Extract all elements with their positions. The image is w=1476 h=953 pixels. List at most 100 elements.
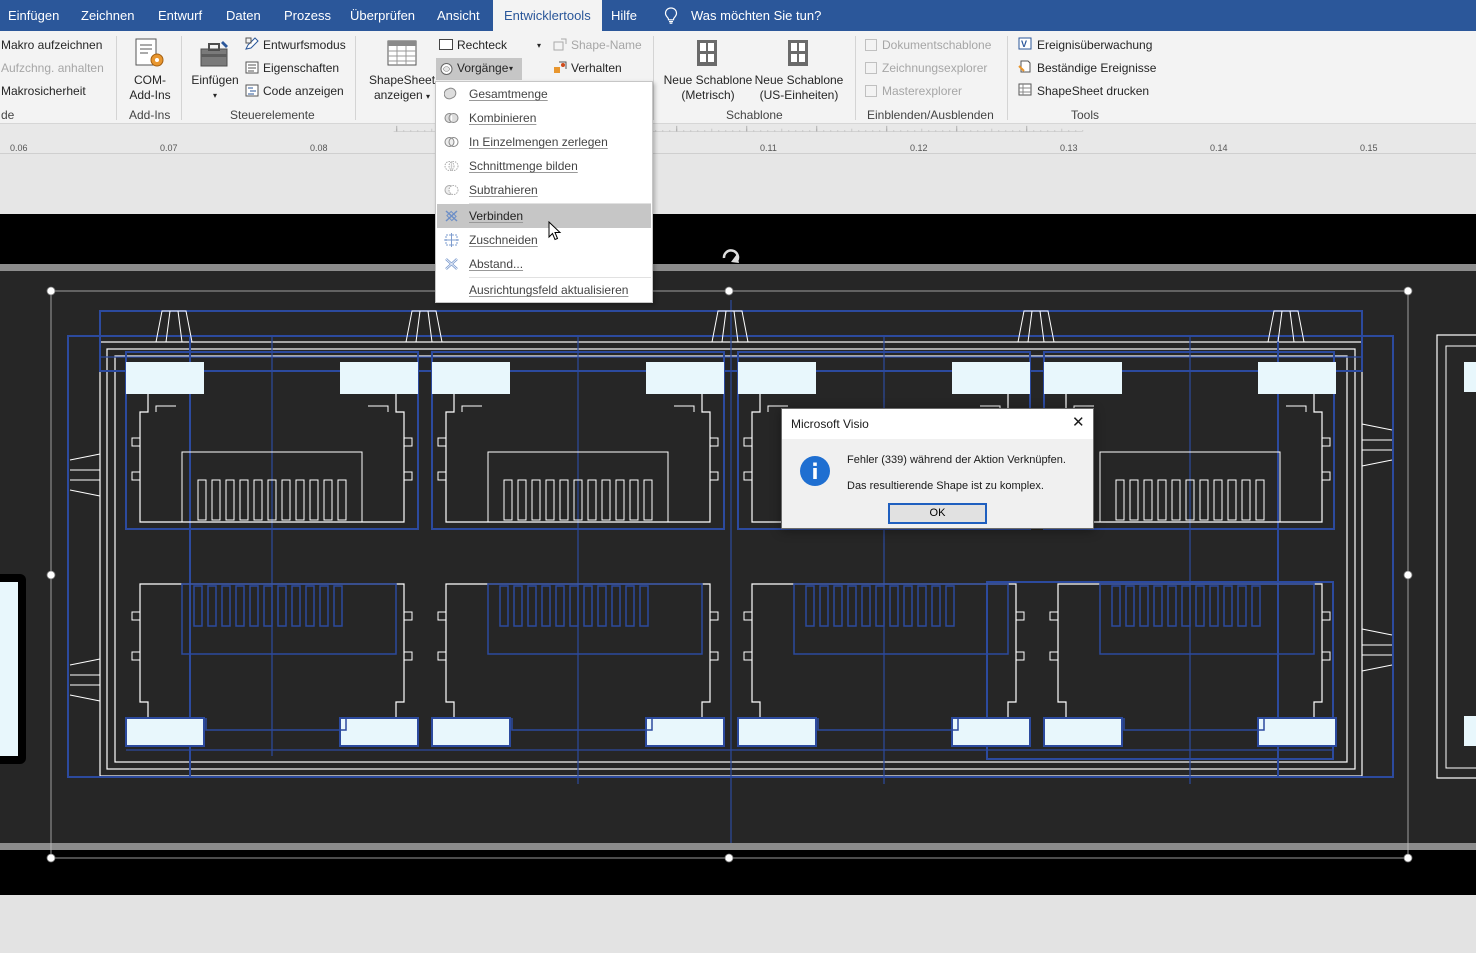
rotation-handle-icon[interactable] — [722, 249, 740, 263]
tab-daten[interactable]: Daten — [226, 0, 261, 31]
print-shapesheet-button[interactable]: ShapeSheet drucken — [1037, 84, 1149, 99]
design-mode-icon — [245, 37, 259, 50]
handle-s[interactable] — [724, 853, 734, 863]
com-addins-label-2: Add-Ins — [129, 88, 171, 102]
group-separator — [653, 36, 654, 120]
insert-control-button[interactable]: Einfügen ▾ — [190, 73, 240, 103]
group-label-addins: Add-Ins — [129, 108, 171, 122]
tab-prozess[interactable]: Prozess — [284, 0, 331, 31]
document-stencil-checkbox[interactable] — [865, 39, 877, 51]
ruler-label: 0.13 — [1060, 143, 1078, 153]
ok-button[interactable]: OK — [888, 503, 987, 524]
com-addins-icon — [135, 38, 164, 67]
port-led — [645, 717, 725, 747]
menu-item-update-alignment-box[interactable]: Ausrichtungsfeld aktualisieren — [437, 278, 651, 302]
menu-item-join[interactable]: Verbinden — [437, 204, 651, 228]
handle-se[interactable] — [1403, 853, 1413, 863]
pause-recording-button[interactable]: Aufzchng. anhalten — [1, 61, 104, 76]
combine-icon — [444, 113, 459, 123]
properties-button[interactable]: Eigenschaften — [263, 61, 339, 76]
record-macro-button[interactable]: Makro aufzeichnen — [1, 38, 102, 53]
tab-ueberpruefen[interactable]: Überprüfen — [350, 0, 415, 31]
port-led — [339, 717, 419, 747]
new-stencil-us-button[interactable]: Neue Schablone (US-Einheiten) — [753, 73, 845, 103]
menu-item-label: In Einzelmengen zerlegen — [469, 135, 608, 149]
group-separator — [1007, 36, 1008, 120]
document-stencil-label: Dokumentschablone — [882, 38, 992, 52]
ruler-label: 0.15 — [1360, 143, 1378, 153]
ruler-label: 0.08 — [310, 143, 328, 153]
fragment-icon — [444, 137, 459, 147]
ruler-label: 0.06 — [10, 143, 28, 153]
port-led — [340, 362, 418, 394]
event-monitor-button[interactable]: Ereignisüberwachung — [1037, 38, 1152, 53]
port-led — [1258, 362, 1336, 394]
persistent-events-button[interactable]: Beständige Ereignisse — [1037, 61, 1156, 76]
print-shapesheet-icon — [1018, 83, 1032, 96]
group-separator — [855, 36, 856, 120]
behavior-button[interactable]: Verhalten — [571, 61, 622, 76]
view-code-icon — [245, 84, 259, 97]
port-led — [737, 717, 817, 747]
master-explorer-checkbox[interactable] — [865, 85, 877, 97]
union-icon — [444, 87, 457, 100]
com-addins-button[interactable]: COM- Add-Ins — [128, 73, 172, 103]
tab-ansicht[interactable]: Ansicht — [437, 0, 480, 31]
rectangle-button[interactable]: Rechteck — [457, 38, 507, 53]
drawing-canvas[interactable] — [0, 214, 1476, 895]
tab-entwicklertools[interactable]: Entwicklertools — [493, 0, 602, 32]
port-led — [432, 362, 510, 394]
menu-item-label: Zuschneiden — [469, 233, 538, 247]
shapesheet-view-button[interactable]: ShapeSheet anzeigen ▾ — [367, 73, 437, 104]
operations-button[interactable]: Vorgänge ▾ — [436, 58, 522, 80]
group-separator — [116, 36, 117, 120]
chevron-down-icon: ▾ — [509, 64, 514, 73]
menu-item-offset[interactable]: Abstand... — [437, 252, 651, 276]
handle-w[interactable] — [46, 570, 56, 580]
new-stencil-metric-button[interactable]: Neue Schablone (Metrisch) — [661, 73, 755, 103]
port-led — [951, 717, 1031, 747]
menu-item-combine[interactable]: Kombinieren — [437, 106, 651, 130]
handle-ne[interactable] — [1403, 286, 1413, 296]
handle-n[interactable] — [724, 286, 734, 296]
rectangle-icon — [439, 39, 453, 50]
menu-item-union[interactable]: Gesamtmenge — [437, 82, 651, 106]
drawing-explorer-checkbox[interactable] — [865, 62, 877, 74]
group-label-stencil: Schablone — [726, 108, 783, 122]
shape-name-button[interactable]: Shape-Name — [571, 38, 642, 53]
close-icon[interactable]: ✕ — [1072, 415, 1085, 431]
handle-sw[interactable] — [46, 853, 56, 863]
macro-security-button[interactable]: Makrosicherheit — [1, 84, 86, 99]
port-led — [431, 717, 511, 747]
menu-item-fragment[interactable]: In Einzelmengen zerlegen — [437, 130, 651, 154]
tab-entwurf[interactable]: Entwurf — [158, 0, 202, 31]
tell-me-search[interactable]: Was möchten Sie tun? — [691, 0, 821, 31]
drawing-svg — [0, 249, 1476, 863]
menu-item-trim[interactable]: Zuschneiden — [437, 228, 651, 252]
offset-icon — [445, 258, 458, 270]
tab-einfuegen[interactable]: Einfügen — [8, 0, 59, 31]
tab-hilfe[interactable]: Hilfe — [611, 0, 637, 31]
status-area — [0, 895, 1476, 953]
menu-item-label: Schnittmenge bilden — [469, 159, 578, 173]
chevron-down-icon[interactable]: ▾ — [537, 38, 541, 53]
ribbon: Makro aufzeichnen Aufzchng. anhalten Mak… — [0, 31, 1476, 124]
menu-item-label: Gesamtmenge — [469, 87, 548, 101]
group-separator — [181, 36, 182, 120]
port-led — [1257, 717, 1337, 747]
design-mode-button[interactable]: Entwurfsmodus — [263, 38, 346, 53]
operations-icon — [440, 63, 453, 75]
dialog-title: Microsoft Visio — [791, 417, 869, 431]
insert-control-label: Einfügen — [191, 73, 239, 87]
group-label-controls: Steuerelemente — [230, 108, 315, 122]
svg-text:V: V — [1021, 39, 1027, 49]
handle-nw[interactable] — [46, 286, 56, 296]
dialog-message-line-2: Das resultierende Shape ist zu komplex. — [847, 480, 1044, 492]
menu-item-subtract[interactable]: Subtrahieren — [437, 178, 651, 202]
view-code-button[interactable]: Code anzeigen — [263, 84, 344, 99]
menu-item-intersect[interactable]: Schnittmenge bilden — [437, 154, 651, 178]
ruler-ticks — [393, 125, 1084, 132]
handle-e[interactable] — [1403, 570, 1413, 580]
tab-zeichnen[interactable]: Zeichnen — [81, 0, 134, 31]
operations-menu: Gesamtmenge Kombinieren In Einzelmengen … — [435, 81, 653, 303]
